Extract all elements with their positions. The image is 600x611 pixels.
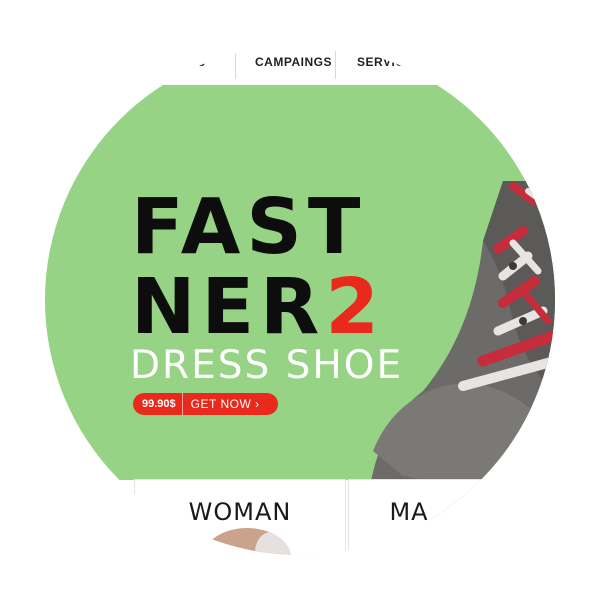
get-now-button[interactable]: 99.90$ GET NOW › (133, 393, 278, 415)
hero-title-text: NER (131, 263, 326, 352)
get-now-label: GET NOW › (190, 397, 260, 411)
category-label-man: MA (389, 498, 429, 526)
nav-item-campaigns[interactable]: CAMPAINGS (255, 55, 332, 69)
woman-category-photo (203, 528, 291, 555)
category-label-woman: WOMAN (188, 498, 292, 526)
nav-item-partial[interactable]: S (197, 55, 206, 69)
nav-divider (235, 51, 236, 79)
nav-divider (335, 51, 336, 79)
category-card-man[interactable]: MA (349, 480, 555, 555)
hero-banner: FAST NER2 DRESS SHOE 99.90$ GET NOW › (45, 85, 555, 521)
category-section: WOMAN MA (45, 480, 555, 555)
price-label: 99.90$ (133, 393, 183, 415)
boot-product-image (363, 181, 555, 521)
hero-title-line-2: NER2 (131, 269, 385, 346)
hero-title-line-1: FAST (131, 183, 367, 272)
category-card-woman[interactable]: WOMAN (135, 480, 345, 555)
nav-item-service[interactable]: SERVICE (357, 55, 413, 69)
circular-viewport: S CAMPAINGS SERVICE FAST NER2 DRESS SHOE… (45, 45, 555, 555)
top-navigation: S CAMPAINGS SERVICE (45, 45, 555, 86)
